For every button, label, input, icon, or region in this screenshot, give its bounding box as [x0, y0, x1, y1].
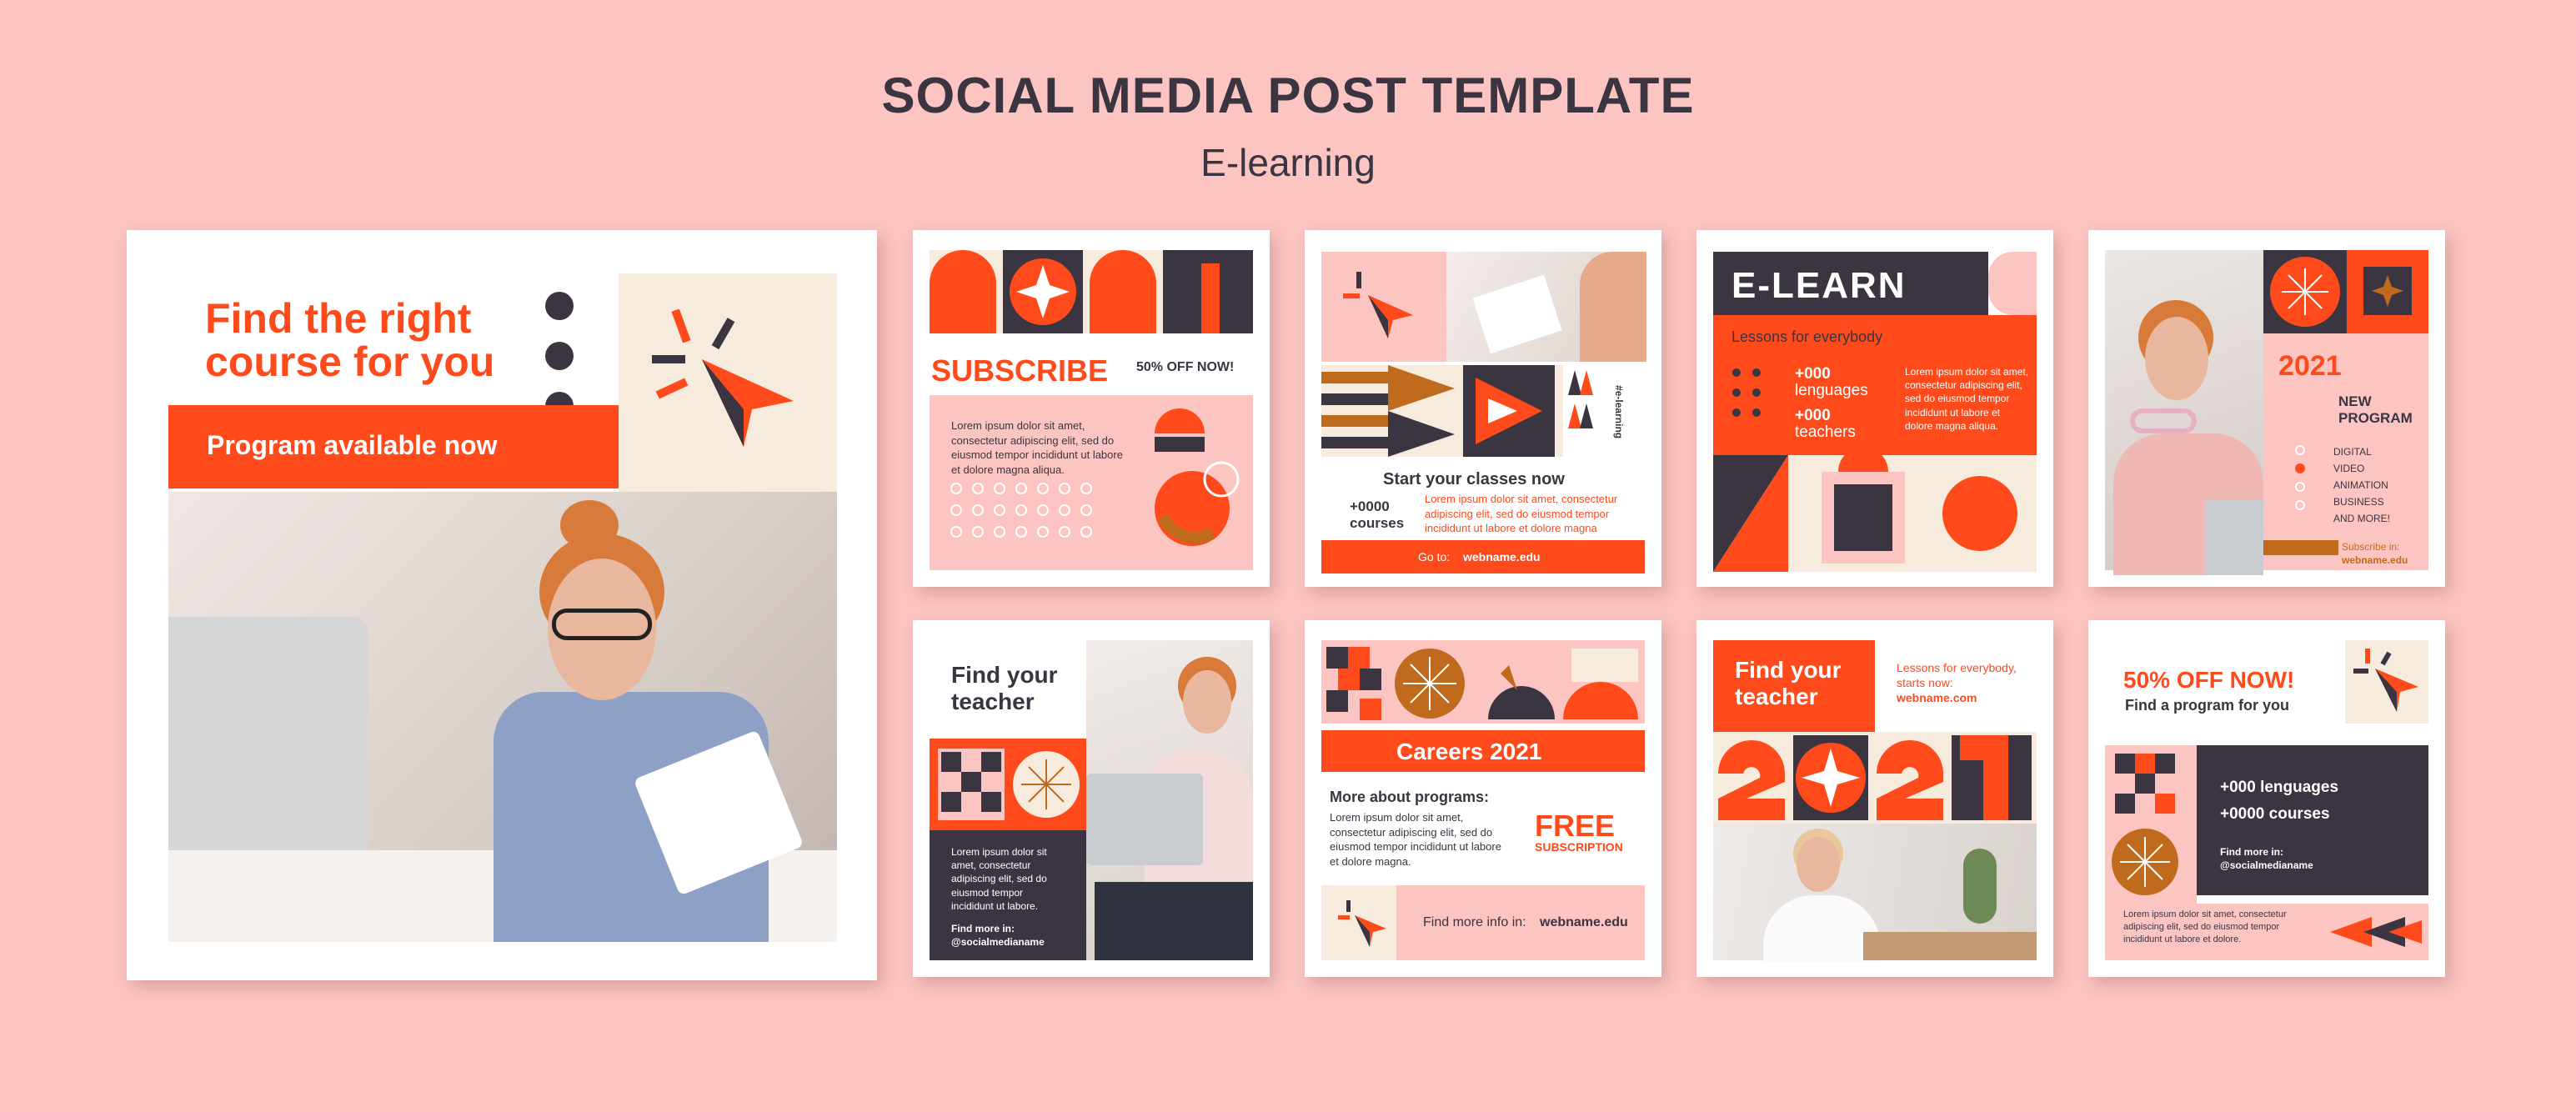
stat-languages: +000 lenguages: [2220, 779, 2339, 796]
post-find-teacher-2021: Find your teacher Lessons for everybody,…: [1696, 620, 2053, 977]
cursor-icon: [1338, 900, 1386, 947]
free-label: FREE: [1535, 809, 1616, 843]
post-find-teacher: Find your teacher Lorem ipsum dolor sit …: [913, 620, 1270, 977]
new-label: NEW: [2338, 393, 2372, 409]
social-handle[interactable]: @socialmedianame: [2220, 859, 2313, 872]
tagline: Lessons for everybody: [1732, 328, 1883, 345]
tagline-line2: starts now:: [1897, 676, 1953, 689]
heading-line2: teacher: [1735, 684, 1818, 709]
stripes-triangles: [1321, 365, 1555, 457]
body-text: Lorem ipsum dolor sit amet, consectetur …: [1905, 366, 2029, 432]
pattern-tiles: [930, 739, 1086, 830]
body-text: Lorem ipsum dolor sit amet, consectetur …: [951, 419, 1123, 476]
teacher-tablet-photo: [1713, 824, 2037, 962]
digit-2: [930, 250, 996, 333]
year: 2021: [2278, 350, 2342, 382]
writing-photo: [1446, 252, 1646, 362]
subscription-label: SUBSCRIPTION: [1535, 840, 1623, 854]
teacher-photo: [1086, 640, 1253, 960]
decor-dot: [545, 292, 574, 320]
post-careers: Careers 2021 More about programs: Lorem …: [1305, 620, 1661, 977]
list-item: ANIMATION: [2333, 479, 2388, 491]
heading-line2: teacher: [951, 689, 1035, 714]
headline-line1: Find the right: [205, 295, 472, 342]
section-heading: More about programs:: [1330, 789, 1490, 805]
page-title: SOCIAL MEDIA POST TEMPLATE: [881, 68, 1695, 123]
hashtag: #e-learning: [1613, 385, 1626, 439]
cursor-icon: [1343, 272, 1413, 338]
heading-line1: Find your: [1735, 657, 1842, 683]
post-start-classes: #e-learning Start your classes now +0000…: [1305, 230, 1661, 587]
e-learn-title: E-LEARN: [1732, 265, 1907, 306]
program-label: PROGRAM: [2338, 410, 2413, 426]
list-item: BUSINESS: [2333, 496, 2384, 508]
top-pattern: [1321, 640, 1645, 724]
body-text: Lorem ipsum dolor sit amet, consectetur …: [2123, 909, 2287, 944]
corner-shape: [1988, 252, 2037, 315]
list-item: AND MORE!: [2333, 513, 2391, 524]
body-text: Lorem ipsum dolor sit amet, consectetur …: [1425, 493, 1618, 535]
goto-label: Go to:: [1418, 550, 1451, 564]
cursor-icon: [2353, 649, 2418, 712]
tagline-url[interactable]: webname.com: [1897, 690, 1977, 706]
body-text: Lorem ipsum dolor sit amet, consectetur …: [951, 846, 1047, 912]
list-bullet: [2295, 445, 2305, 455]
count-value: +0000: [1350, 498, 1390, 514]
dot-grid: [950, 483, 1092, 538]
post-new-program: 2021 NEW PROGRAM DIGITAL VIDEO ANIMATION…: [2088, 230, 2445, 587]
offer-subheading: Find a program for you: [2125, 697, 2290, 714]
find-info-link[interactable]: webname.edu: [1540, 915, 1628, 930]
digit-1-bar: [1201, 263, 1220, 333]
sun-icon: [2263, 250, 2428, 333]
find-info-label: Find more info in:: [1423, 915, 1526, 929]
stat2-value: +000: [1795, 407, 1831, 424]
student-photo: [168, 492, 837, 942]
list-item: VIDEO: [2333, 463, 2365, 474]
stat-courses: +0000 courses: [2220, 805, 2330, 823]
body-text: Lorem ipsum dolor sit amet, consectetur …: [1330, 811, 1501, 868]
heading-line1: Find your: [951, 662, 1058, 688]
find-label: Find more in:: [951, 923, 1015, 934]
stat2-label: teachers: [1795, 423, 1856, 441]
shapes-decor: [1155, 408, 1240, 546]
goto-link[interactable]: webname.edu: [1463, 550, 1541, 564]
arrow-triangles: [2330, 917, 2422, 947]
find-label: Find more in:: [2220, 846, 2283, 858]
post-subscribe: SUBSCRIBE 50% OFF NOW! Lorem ipsum dolor…: [913, 230, 1270, 587]
post-find-course: Find the right course for you Program av…: [127, 230, 877, 980]
subscribe-label: SUBSCRIBE: [931, 353, 1109, 388]
digit-2b: [1090, 250, 1156, 333]
post-e-learn: E-LEARN Lessons for everybody +000 lengu…: [1696, 230, 2053, 587]
list-bullet: [2295, 500, 2305, 510]
careers-banner-text: Careers 2021: [1396, 739, 1542, 764]
pattern-tiles: [2105, 745, 2197, 904]
offer-heading: 50% OFF NOW!: [2123, 667, 2295, 693]
headline-line2: course for you: [205, 338, 495, 385]
star-icon: [1010, 258, 1076, 325]
list-bullet-active: [2295, 463, 2305, 473]
offer-label: 50% OFF NOW!: [1136, 360, 1235, 374]
geometric-shapes: [1713, 455, 2037, 572]
section-heading: Start your classes now: [1383, 470, 1565, 488]
accent-bar: [2263, 540, 2338, 555]
tagline-line1: Lessons for everybody,: [1897, 661, 2017, 674]
cursor-icon: [652, 309, 794, 447]
subscribe-label: Subscribe in:: [2342, 541, 2400, 553]
subscribe-link[interactable]: webname.edu: [2342, 553, 2408, 567]
stat1-value: +000: [1795, 365, 1831, 383]
small-triangles: [1568, 370, 1593, 428]
list-item: DIGITAL: [2333, 446, 2372, 458]
year-2021: [1713, 732, 2037, 824]
student-headphones-photo: [2105, 250, 2263, 575]
post-offer: 50% OFF NOW! Find a program for you +000…: [2088, 620, 2445, 977]
program-banner-text: Program available now: [207, 430, 498, 460]
decor-dot: [545, 342, 574, 370]
page-subtitle: E-learning: [1200, 141, 1376, 184]
count-label: courses: [1350, 515, 1405, 531]
list-bullet: [2295, 482, 2305, 492]
social-handle[interactable]: @socialmedianame: [951, 935, 1045, 949]
dots-grid: [1732, 368, 1761, 417]
stat1-label: lenguages: [1795, 382, 1868, 399]
